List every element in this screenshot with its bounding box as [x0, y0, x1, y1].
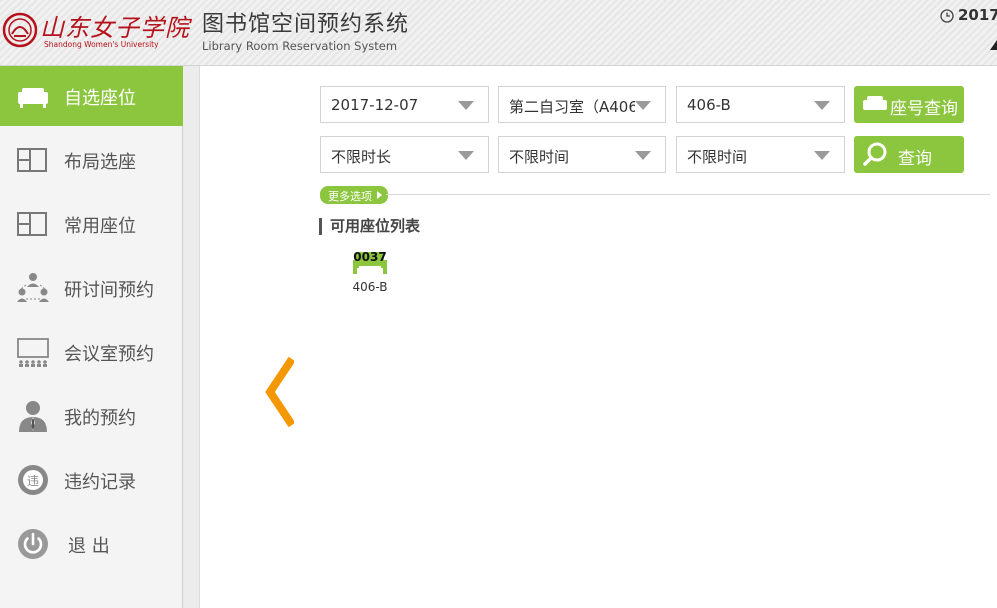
end-time-select-value: 不限时间	[687, 148, 748, 166]
layout-icon	[17, 212, 47, 236]
chevron-down-icon	[814, 151, 830, 160]
sidebar-item-label: 我的预约	[64, 408, 136, 429]
seat-number: 0037	[353, 250, 387, 264]
sidebar-item-label: 会议室预约	[64, 344, 154, 365]
sidebar-item-label: 研讨间预约	[64, 280, 154, 301]
sidebar-item-label: 自选座位	[64, 88, 136, 109]
chevron-right-icon	[377, 191, 382, 199]
sidebar-item-study-room-booking[interactable]: 研讨间预约	[0, 258, 183, 318]
current-time: 2017	[958, 6, 997, 24]
sidebar-item-my-reservations[interactable]: 我的预约	[0, 386, 183, 446]
more-options-toggle[interactable]: 更多选项	[320, 186, 388, 204]
sidebar-item-layout-select[interactable]: 布局选座	[0, 130, 183, 190]
layout-icon	[17, 148, 47, 172]
chevron-down-icon	[635, 151, 651, 160]
sidebar-nav: 自选座位 布局选座 常用座位 研讨间预约 会议室预约 我的预约 违 违约记录 退…	[0, 66, 200, 608]
sidebar-item-self-select-seat[interactable]: 自选座位	[0, 66, 200, 126]
seat-number-query-button[interactable]: 座号查询	[854, 86, 964, 123]
corner-decoration	[990, 40, 997, 50]
power-icon	[18, 529, 48, 559]
sidebar-item-meeting-room-booking[interactable]: 会议室预约	[0, 322, 183, 382]
start-time-select[interactable]: 不限时间	[498, 136, 666, 173]
end-time-select[interactable]: 不限时间	[676, 136, 845, 173]
area-select[interactable]: 406-B	[676, 86, 845, 123]
sidebar-item-label: 布局选座	[64, 152, 136, 173]
search-button-label: 查询	[898, 149, 932, 169]
sofa-icon	[18, 88, 48, 108]
group-icon	[17, 273, 49, 302]
svg-text:违: 违	[27, 474, 39, 488]
sidebar-item-frequent-seats[interactable]: 常用座位	[0, 194, 183, 254]
seat-area: 406-B	[352, 280, 388, 294]
collapse-sidebar-arrow-icon[interactable]	[264, 357, 294, 427]
university-seal-icon	[2, 12, 38, 48]
duration-select-value: 不限时长	[331, 148, 392, 166]
sidebar-item-label: 违约记录	[64, 472, 136, 493]
sidebar-item-violation-records[interactable]: 违 违约记录	[0, 450, 183, 510]
more-options-label: 更多选项	[328, 190, 372, 203]
app-header: 山东女子学院 Shandong Women's University 图书馆空间…	[0, 0, 997, 66]
clock-icon	[940, 9, 954, 23]
main-content: 2017-12-07 第二自习室（A406） 406-B 座号查询 不限时长 不…	[201, 67, 997, 608]
available-seats-title: 可用座位列表	[319, 218, 420, 235]
university-logo[interactable]: 山东女子学院 Shandong Women's University	[0, 6, 189, 58]
sidebar-item-label: 常用座位	[64, 216, 136, 237]
date-select[interactable]: 2017-12-07	[320, 86, 489, 123]
date-select-value: 2017-12-07	[331, 96, 419, 114]
chevron-down-icon	[458, 151, 474, 160]
duration-select[interactable]: 不限时长	[320, 136, 489, 173]
search-button[interactable]: 查询	[854, 136, 964, 173]
seat-number-query-label: 座号查询	[890, 99, 958, 119]
sofa-icon	[863, 96, 887, 110]
room-select-value: 第二自习室（A406）	[509, 98, 635, 116]
logo-english-name: Shandong Women's University	[44, 40, 159, 49]
options-divider	[386, 194, 990, 195]
search-icon	[863, 142, 887, 166]
sidebar-border	[183, 66, 200, 608]
chevron-down-icon	[635, 101, 651, 110]
chevron-down-icon	[458, 101, 474, 110]
logo-chinese-name: 山东女子学院	[40, 14, 190, 42]
start-time-select-value: 不限时间	[509, 148, 570, 166]
violation-icon: 违	[18, 465, 48, 495]
system-subtitle: Library Room Reservation System	[202, 39, 398, 53]
meeting-room-icon	[17, 338, 49, 367]
user-icon	[19, 401, 47, 432]
area-select-value: 406-B	[687, 96, 731, 114]
sidebar-item-label: 退 出	[68, 536, 110, 557]
room-select[interactable]: 第二自习室（A406）	[498, 86, 666, 123]
chevron-down-icon	[814, 101, 830, 110]
system-title: 图书馆空间预约系统	[202, 12, 410, 37]
sidebar-item-logout[interactable]: 退 出	[0, 514, 183, 574]
